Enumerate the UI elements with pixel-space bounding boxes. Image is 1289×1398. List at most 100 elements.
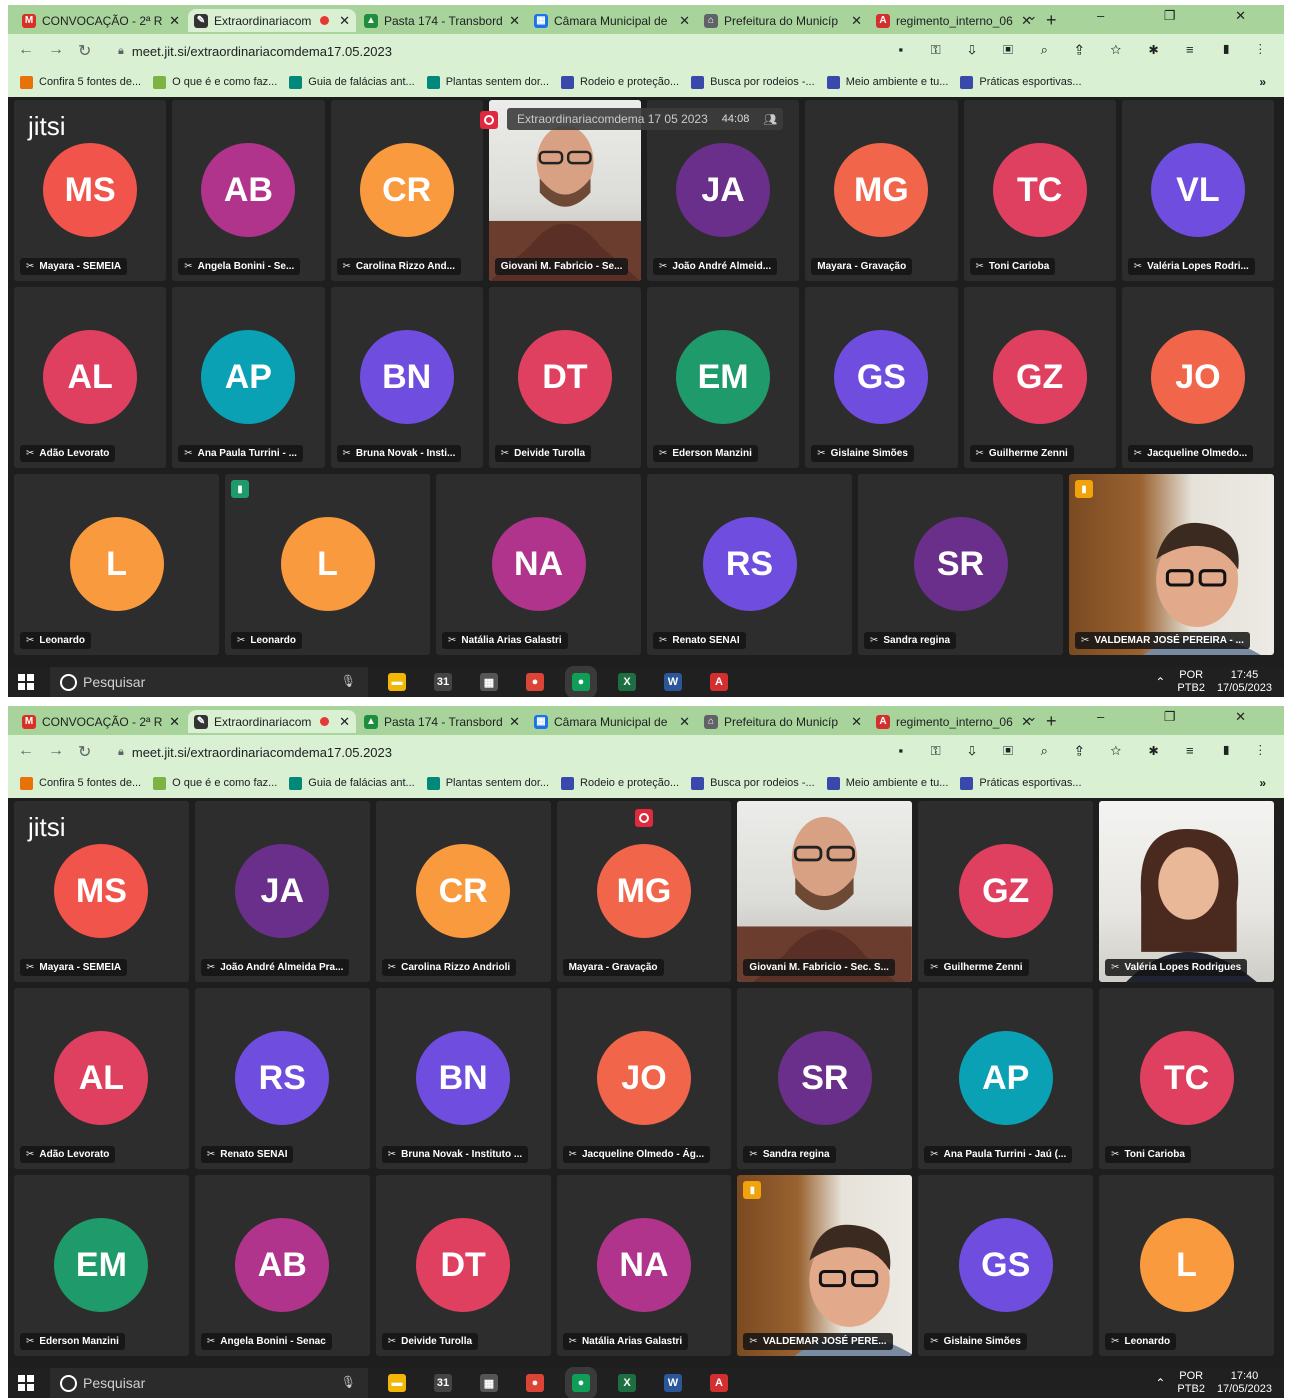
bookmark-item[interactable]: Plantas sentem dor... <box>426 776 549 790</box>
participant-tile[interactable]: L ▮ ✂ Leonardo <box>225 474 430 655</box>
participant-tile[interactable]: L ✂ Leonardo <box>14 474 219 655</box>
url-bar[interactable]: 🔒︎ meet.jit.si/extraordinariacomdema17.0… <box>106 39 896 63</box>
taskbar-search[interactable]: Pesquisar 🎙︎ <box>50 667 368 697</box>
tab-1[interactable]: M CONVOCAÇÃO - 2ª R ✕ <box>16 9 186 32</box>
taskbar-search[interactable]: Pesquisar 🎙︎ <box>50 1368 368 1398</box>
close-tab-icon[interactable]: ✕ <box>169 13 180 29</box>
participant-tile[interactable]: AL ✂ Adão Levorato <box>14 988 189 1169</box>
bookmark-item[interactable]: Meio ambiente e tu... <box>826 75 948 89</box>
participants-icon[interactable]: 👥︎ <box>757 113 783 126</box>
chrome-icon[interactable]: ● <box>526 1374 544 1392</box>
system-clock[interactable]: 17:40 17/05/2023 <box>1217 1370 1272 1396</box>
participant-tile[interactable]: GZ ✂ Guilherme Zenni <box>963 287 1116 468</box>
chrome-icon[interactable]: ● <box>526 673 544 691</box>
tab-6[interactable]: Aregimento_interno_06 ✕ <box>870 9 1038 32</box>
back-icon[interactable]: ← <box>18 41 34 59</box>
bookmark-item[interactable]: Práticas esportivas... <box>960 776 1082 790</box>
window-controls[interactable]: ⌄ – ❐ ✕ <box>1026 709 1274 725</box>
participant-tile[interactable]: BN ✂ Bruna Novak - Instituto ... <box>375 988 551 1169</box>
tab-2[interactable]: ✎ Extraordinariacom ✕ <box>188 710 356 733</box>
tab-3[interactable]: ▲ Pasta 174 - Transbord ✕ <box>358 9 526 32</box>
bookmark-item[interactable]: Rodeio e proteção... <box>561 75 679 89</box>
extension-icons[interactable]: ▪ ⚿ ⇩ ▣ ⌕ ⇪ ☆ ✱ ≡ ▮ ⋮ <box>899 743 1275 759</box>
participant-tile[interactable]: EM ✂ Ederson Manzini <box>647 287 800 468</box>
participant-tile[interactable]: Giovani M. Fabricio - Sec. S... <box>737 801 913 982</box>
close-tab-icon[interactable]: ✕ <box>679 13 690 29</box>
participant-tile[interactable]: JA ✂ João André Almeida Pra... <box>194 801 370 982</box>
bookmark-item[interactable]: Busca por rodeios -... <box>691 75 815 89</box>
forward-icon[interactable]: → <box>48 41 64 59</box>
participant-tile[interactable]: NA ✂ Natália Arias Galastri <box>436 474 641 655</box>
bookmark-item[interactable]: O que é e como faz... <box>153 776 277 790</box>
bookmark-item[interactable]: Rodeio e proteção... <box>561 776 679 790</box>
participant-tile[interactable]: CR ✂ Carolina Rizzo Andrioli <box>375 801 551 982</box>
bookmark-item[interactable]: O que é e como faz... <box>153 75 277 89</box>
participant-tile[interactable]: AB ✂ Angela Bonini - Se... <box>172 100 325 281</box>
window-controls[interactable]: ⌄ – ❐ ✕ <box>1026 8 1274 24</box>
back-icon[interactable]: ← <box>18 742 34 760</box>
chrome-profile-icon[interactable]: ● <box>572 1374 590 1392</box>
participant-tile[interactable]: AL ✂ Adão Levorato <box>14 287 167 468</box>
bookmark-item[interactable]: Confira 5 fontes de... <box>20 75 141 89</box>
close-tab-icon[interactable]: ✕ <box>339 13 350 29</box>
participant-tile[interactable]: DT ✂ Deivide Turolla <box>375 1175 551 1356</box>
participant-tile[interactable]: ▮ ✂ VALDEMAR JOSÉ PERE... <box>737 1175 913 1356</box>
participant-tile[interactable]: ✂ Valéria Lopes Rodrigues <box>1099 801 1274 982</box>
participant-tile[interactable]: JO ✂ Jacqueline Olmedo... <box>1121 287 1274 468</box>
bookmark-item[interactable]: Práticas esportivas... <box>960 75 1082 89</box>
bookmark-item[interactable]: Meio ambiente e tu... <box>826 776 948 790</box>
participant-tile[interactable]: NA ✂ Natália Arias Galastri <box>556 1175 732 1356</box>
bookmark-item[interactable]: Plantas sentem dor... <box>426 75 549 89</box>
bookmark-item[interactable]: Confira 5 fontes de... <box>20 776 141 790</box>
participant-tile[interactable]: JO ✂ Jacqueline Olmedo - Ág... <box>556 988 732 1169</box>
tab-4[interactable]: ▦ Câmara Municipal de ✕ <box>528 710 696 733</box>
tab-6[interactable]: Aregimento_interno_06 ✕ <box>870 710 1038 733</box>
microphone-icon[interactable]: 🎙︎ <box>341 674 356 688</box>
bookmarks-overflow-icon[interactable]: » <box>1259 776 1266 790</box>
participant-tile[interactable]: ▮ ✂ VALDEMAR JOSÉ PEREIRA - ... <box>1069 474 1274 655</box>
tab-2[interactable]: ✎ Extraordinariacom ✕ <box>188 9 356 32</box>
participant-tile[interactable]: BN ✂ Bruna Novak - Insti... <box>330 287 483 468</box>
participant-tile[interactable]: EM ✂ Ederson Manzini <box>14 1175 189 1356</box>
forward-icon[interactable]: → <box>48 742 64 760</box>
word-icon[interactable]: W <box>664 1374 682 1392</box>
bookmark-item[interactable]: Guia de falácias ant... <box>289 776 415 790</box>
participant-tile[interactable]: GZ ✂ Guilherme Zenni <box>918 801 1094 982</box>
chrome-profile-icon[interactable]: ● <box>572 673 590 691</box>
file-explorer-icon[interactable]: ▬ <box>388 1374 406 1392</box>
calendar-icon[interactable]: 31 <box>434 673 452 691</box>
tab-5[interactable]: ⌂ Prefeitura do Municíp ✕ <box>698 9 868 32</box>
participant-tile[interactable]: TC ✂ Toni Carioba <box>963 100 1116 281</box>
input-language[interactable]: POR PTB2 <box>1177 1370 1205 1396</box>
bookmarks-overflow-icon[interactable]: » <box>1259 75 1266 89</box>
close-tab-icon[interactable]: ✕ <box>339 714 350 730</box>
participant-tile[interactable]: CR ✂ Carolina Rizzo And... <box>330 100 483 281</box>
close-tab-icon[interactable]: ✕ <box>509 714 520 730</box>
word-icon[interactable]: W <box>664 673 682 691</box>
participant-tile[interactable]: MG Mayara - Gravação <box>805 100 958 281</box>
participant-tile[interactable]: DT ✂ Deivide Turolla <box>488 287 641 468</box>
system-clock[interactable]: 17:45 17/05/2023 <box>1217 669 1272 695</box>
participant-tile[interactable]: GS ✂ Gislaine Simões <box>805 287 958 468</box>
tab-4[interactable]: ▦ Câmara Municipal de ✕ <box>528 9 696 32</box>
participant-tile[interactable]: SR ✂ Sandra regina <box>858 474 1063 655</box>
participant-tile[interactable]: VL ✂ Valéria Lopes Rodri... <box>1121 100 1274 281</box>
windows-start-icon[interactable] <box>18 1375 34 1391</box>
participant-tile[interactable]: RS ✂ Renato SENAI <box>647 474 852 655</box>
extension-icons[interactable]: ▪ ⚿ ⇩ ▣ ⌕ ⇪ ☆ ✱ ≡ ▮ ⋮ <box>899 42 1275 58</box>
participant-tile[interactable]: L ✂ Leonardo <box>1099 1175 1274 1356</box>
url-bar[interactable]: 🔒︎ meet.jit.si/extraordinariacomdema17.0… <box>106 740 896 764</box>
close-tab-icon[interactable]: ✕ <box>851 13 862 29</box>
show-hidden-icons-icon[interactable]: ⌃ <box>1155 1376 1165 1390</box>
calendar-icon[interactable]: 31 <box>434 1374 452 1392</box>
participant-tile[interactable]: AP ✂ Ana Paula Turrini - Jaú (... <box>918 988 1094 1169</box>
participant-tile[interactable]: SR ✂ Sandra regina <box>737 988 913 1169</box>
bookmark-item[interactable]: Guia de falácias ant... <box>289 75 415 89</box>
bookmark-item[interactable]: Busca por rodeios -... <box>691 776 815 790</box>
input-language[interactable]: POR PTB2 <box>1177 669 1205 695</box>
participant-tile[interactable]: TC ✂ Toni Carioba <box>1099 988 1274 1169</box>
reload-icon[interactable]: ↻ <box>78 41 91 61</box>
excel-icon[interactable]: X <box>618 673 636 691</box>
show-hidden-icons-icon[interactable]: ⌃ <box>1155 675 1165 689</box>
tab-3[interactable]: ▲ Pasta 174 - Transbord ✕ <box>358 710 526 733</box>
